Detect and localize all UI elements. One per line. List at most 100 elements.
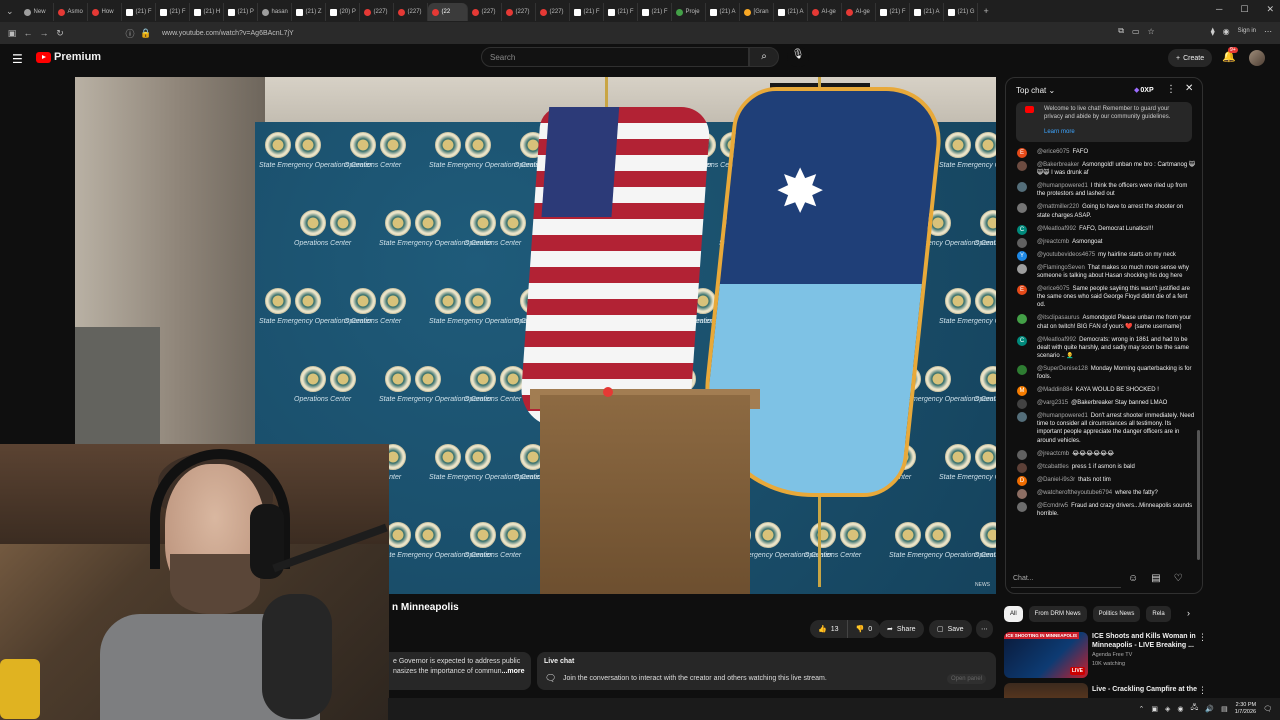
tab-search-icon[interactable]: ⌄ <box>0 6 20 17</box>
tray-app-icon[interactable]: ◉ <box>1177 705 1183 713</box>
browser-tab[interactable]: (21) F <box>570 3 604 21</box>
chat-username[interactable]: @humanpowered1 <box>1037 183 1088 189</box>
extensions-puzzle-icon[interactable]: ⧫ <box>1211 27 1215 36</box>
youtube-logo[interactable]: Premium <box>36 51 101 63</box>
related-video[interactable]: ICE SHOOTING IN MINNEAPOLIS LIVE ICE Sho… <box>1004 632 1274 680</box>
chat-username[interactable]: @jreactcmb <box>1037 239 1069 245</box>
chat-avatar[interactable] <box>1017 399 1027 410</box>
pip-icon[interactable]: ▭ <box>1132 27 1140 36</box>
extension-icon[interactable]: ⧉ <box>1118 26 1124 36</box>
chat-username[interactable]: @FlamingoSeven <box>1037 265 1085 271</box>
chat-message[interactable]: @humanpowered1 I think the officers were … <box>1006 182 1202 198</box>
browser-tab[interactable]: (21) Z <box>292 3 326 21</box>
browser-tab[interactable]: (227) <box>394 3 428 21</box>
chat-scrollbar[interactable] <box>1197 430 1200 560</box>
chat-message[interactable]: @varg2315 @Bakerbreaker Stay banned LMAO <box>1006 399 1202 410</box>
close-window-icon[interactable]: ✕ <box>1266 4 1274 15</box>
browser-tab[interactable]: Asmo <box>54 3 88 21</box>
back-icon[interactable]: ← <box>20 28 36 38</box>
browser-tab[interactable]: (21) F <box>122 3 156 21</box>
notification-center-icon[interactable]: 🗨 <box>1263 705 1272 713</box>
heart-icon[interactable]: ♡ <box>1174 573 1183 584</box>
chat-message[interactable]: D @Daniel-i9s3r thats not tim <box>1006 475 1202 486</box>
emoji-icon[interactable]: ☺ <box>1128 573 1138 584</box>
chat-username[interactable]: @erice6075 <box>1037 149 1069 155</box>
xp-badge[interactable]: 0XP <box>1134 86 1153 94</box>
chat-avatar[interactable]: C <box>1017 224 1027 235</box>
chat-username[interactable]: @humanpowered1 <box>1037 413 1088 419</box>
chat-avatar[interactable] <box>1017 364 1027 375</box>
more-actions-button[interactable]: ⋯ <box>976 620 993 638</box>
share-button[interactable]: ➦ Share <box>879 620 924 638</box>
search-input[interactable]: Search <box>481 47 749 67</box>
chat-avatar[interactable] <box>1017 182 1027 193</box>
chat-avatar[interactable]: D <box>1017 475 1027 486</box>
browser-tab[interactable]: (21) F <box>156 3 190 21</box>
chat-message[interactable]: @tcabattles press 1 if asmon is bald <box>1006 462 1202 473</box>
site-info-icon[interactable]: ⓘ <box>122 27 138 40</box>
related-menu-icon[interactable]: ⋮ <box>1198 632 1207 643</box>
chat-avatar[interactable] <box>1017 314 1027 325</box>
chat-message[interactable]: @mattmiller220 Going to have to arrest th… <box>1006 203 1202 219</box>
chat-username[interactable]: @Maddin884 <box>1037 387 1073 393</box>
browser-tab[interactable]: (227) <box>468 3 502 21</box>
related-title[interactable]: Live - Crackling Campfire at the <box>1092 685 1207 694</box>
browser-tab[interactable]: [Gran <box>740 3 774 21</box>
network-icon[interactable]: 🖧 <box>1191 703 1199 714</box>
chat-avatar[interactable] <box>1017 488 1027 499</box>
sign-in-label[interactable]: Sign in <box>1238 28 1256 34</box>
chat-message[interactable]: E @erice6075 FAFO <box>1006 148 1202 158</box>
chat-mode-dropdown[interactable]: Top chat ⌄ <box>1016 86 1055 95</box>
filter-chip[interactable]: All <box>1004 606 1023 622</box>
browser-tab[interactable]: (21) F <box>604 3 638 21</box>
voice-search-button[interactable]: 🎙 <box>787 47 809 67</box>
browser-tab[interactable]: Proje <box>672 3 706 21</box>
chat-avatar[interactable] <box>1017 263 1027 274</box>
chat-message[interactable]: M @Maddin884 KAYA WOULD BE SHOCKED ! <box>1006 386 1202 397</box>
chat-message[interactable]: C @Meatloaf992 Democrats: wrong in 1861 an… <box>1006 335 1202 360</box>
browser-tab[interactable]: How <box>88 3 122 21</box>
browser-tab[interactable]: (21) G <box>944 3 978 21</box>
chat-username[interactable]: @Bakerbreaker <box>1037 162 1079 168</box>
chat-username[interactable]: @mattmiller220 <box>1037 204 1079 210</box>
chat-username[interactable]: @watcheroftheyoutube6794 <box>1037 490 1112 496</box>
chat-message[interactable]: @FlamingoSeven That makes so much more se… <box>1006 263 1202 280</box>
tab-actions-icon[interactable]: ▣ <box>4 28 20 39</box>
bookmark-star-icon[interactable]: ☆ <box>1148 27 1155 36</box>
tray-app-icon[interactable]: ▤ <box>1221 705 1228 713</box>
chevron-right-icon[interactable]: › <box>1187 608 1190 618</box>
related-channel[interactable]: Agenda Free TV <box>1092 652 1132 658</box>
chat-avatar[interactable] <box>1017 203 1027 214</box>
menu-icon[interactable]: ☰ <box>12 52 23 66</box>
chat-message[interactable]: @watcheroftheyoutube6794 where the fatty? <box>1006 488 1202 499</box>
tray-chevron-icon[interactable]: ⌃ <box>1139 705 1145 713</box>
tray-app-icon[interactable]: ◈ <box>1165 705 1170 713</box>
tray-app-icon[interactable]: ▣ <box>1151 705 1158 713</box>
chat-message[interactable]: Y @youtubevideos4675 my hairline starts on… <box>1006 250 1202 261</box>
browser-tab[interactable]: AI-ge <box>808 3 842 21</box>
chat-username[interactable]: @itsclipasaurus <box>1037 315 1079 321</box>
create-button[interactable]: + Create <box>1168 49 1213 67</box>
related-menu-icon[interactable]: ⋮ <box>1198 685 1207 696</box>
filter-chip[interactable]: Politics News <box>1092 606 1141 622</box>
chat-username[interactable]: @tcabattles <box>1037 464 1069 470</box>
related-thumbnail[interactable]: ICE SHOOTING IN MINNEAPOLIS LIVE <box>1004 632 1088 678</box>
chat-input[interactable]: Chat... <box>1011 570 1121 588</box>
related-video[interactable]: Live - Crackling Campfire at the ⋮ <box>1004 683 1274 699</box>
chat-username[interactable]: @Meatloaf992 <box>1037 337 1076 343</box>
browser-tab[interactable]: (21) A <box>910 3 944 21</box>
browser-tab[interactable]: (21) F <box>638 3 672 21</box>
browser-menu-icon[interactable]: ⋯ <box>1264 27 1272 36</box>
volume-icon[interactable]: 🔊 <box>1205 705 1214 713</box>
chat-avatar[interactable]: E <box>1017 285 1027 296</box>
chat-avatar[interactable] <box>1017 449 1027 460</box>
dislike-button[interactable]: 👎 0 <box>847 620 881 638</box>
chat-message[interactable]: @itsclipasaurus Asmondgold Please unban m… <box>1006 314 1202 330</box>
chat-message[interactable]: @SuperDenise128 Monday Morning quarterbac… <box>1006 364 1202 381</box>
description-box[interactable]: e Governor is expected to address public… <box>389 652 531 690</box>
forward-icon[interactable]: → <box>36 28 52 38</box>
chat-avatar[interactable] <box>1017 412 1027 423</box>
related-title[interactable]: ICE Shoots and Kills Woman in Minneapoli… <box>1092 632 1207 650</box>
like-button[interactable]: 👍 13 <box>810 620 848 638</box>
chat-message[interactable]: E @erice6075 Same people sayiing this wasn… <box>1006 285 1202 309</box>
